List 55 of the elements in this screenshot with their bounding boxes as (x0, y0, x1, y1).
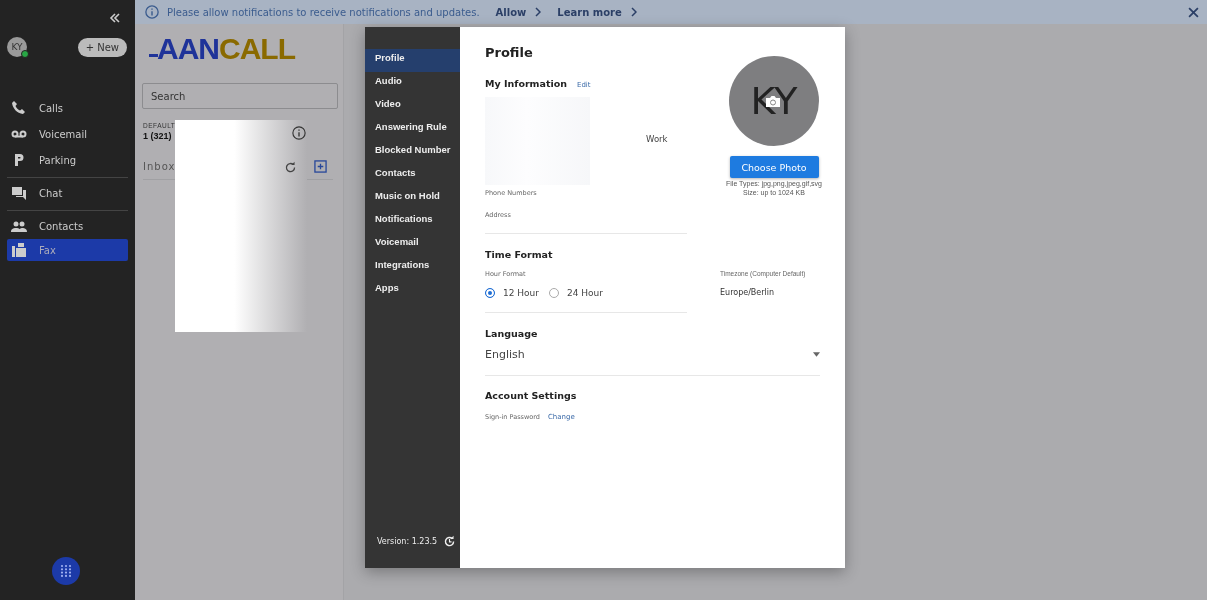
language-dropdown[interactable]: English (485, 348, 820, 376)
user-avatar[interactable]: KY (7, 37, 27, 57)
email-type: Work (646, 134, 668, 144)
phone-icon (11, 100, 27, 116)
notification-message: Please allow notifications to receive notifications and updates. (167, 6, 480, 18)
settings-nav-item[interactable]: Video (365, 95, 460, 118)
radio-option[interactable]: 24 Hour (549, 288, 603, 298)
nav-item[interactable]: Calls (7, 95, 128, 121)
new-button[interactable]: + New (77, 37, 127, 57)
settings-nav-item[interactable]: Voicemail (365, 233, 460, 256)
settings-nav-item[interactable]: Apps (365, 279, 460, 302)
nav-item[interactable]: Fax (7, 239, 128, 261)
caret-icon (813, 352, 820, 357)
phone-number: 1 (321) (143, 131, 172, 141)
chat-icon (11, 185, 27, 201)
settings-nav-item[interactable]: Audio (365, 72, 460, 95)
settings-nav-item[interactable]: Contacts (365, 164, 460, 187)
inbox-tab[interactable]: Inbox (143, 161, 176, 172)
settings-nav-item[interactable]: Answering Rule (365, 118, 460, 141)
section-heading: My Information (485, 78, 567, 89)
logo-stroke (149, 54, 158, 57)
collapse-icon[interactable] (109, 13, 121, 23)
dialpad-icon (60, 564, 72, 578)
search-field[interactable]: Search (142, 83, 338, 109)
info-icon (145, 5, 159, 19)
close-icon[interactable] (1188, 7, 1199, 18)
logo: AANCALL (157, 32, 295, 66)
info-icon[interactable] (292, 126, 306, 140)
page-title: Profile (485, 45, 534, 60)
choose-photo-button[interactable]: Choose Photo (729, 156, 819, 178)
section-heading: Account Settings (485, 390, 578, 401)
fax-icon (11, 242, 27, 258)
profile-photo[interactable]: KY (729, 56, 819, 146)
notification-link[interactable]: Learn more (557, 6, 637, 18)
chevron-icon (630, 7, 637, 17)
settings-nav-item[interactable]: Blocked Number (365, 141, 460, 164)
refresh-icon[interactable] (284, 161, 297, 174)
radio-option[interactable]: 12 Hour (485, 288, 539, 298)
settings-nav-item[interactable]: Notifications (365, 210, 460, 233)
settings-nav-item[interactable]: Integrations (365, 256, 460, 279)
section-heading: Time Format (485, 249, 554, 260)
settings-nav-item[interactable]: Profile (365, 49, 460, 72)
chevron-icon (535, 7, 542, 17)
settings-nav-item[interactable]: Music on Hold (365, 187, 460, 210)
section-heading: Language (485, 328, 539, 339)
nav-item[interactable]: Parking (7, 147, 128, 173)
update-icon[interactable] (443, 535, 457, 548)
nav-item[interactable]: Voicemail (7, 121, 128, 147)
add-icon[interactable] (314, 160, 327, 173)
dialpad-button[interactable] (52, 557, 80, 585)
version-label: Version: 1.23.5 (377, 537, 438, 546)
nav-item[interactable]: Chat (7, 177, 128, 206)
timezone-value: Europe/Berlin (720, 288, 776, 297)
camera-icon (765, 94, 781, 108)
notification-link[interactable]: Allow (495, 6, 542, 18)
